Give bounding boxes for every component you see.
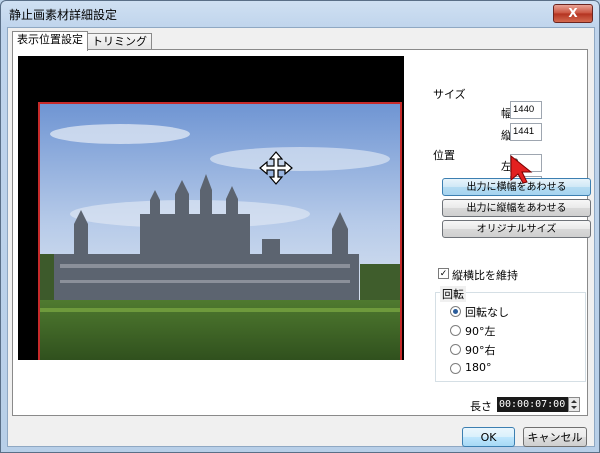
rotation-radio-180[interactable] [450,363,461,374]
position-section-label: 位置 [433,149,455,162]
move-icon [259,151,293,185]
rotation-radio-90-left[interactable] [450,325,461,336]
rotation-radio-none[interactable] [450,306,461,317]
close-button[interactable]: X [553,4,593,23]
rotation-group-label: 回転 [440,286,466,302]
tab-trimming[interactable]: トリミング [87,33,152,50]
rotation-radio-90-right[interactable] [450,344,461,355]
chateau-photo [40,104,400,360]
fit-height-button[interactable]: 出力に縦幅をあわせる [442,199,591,217]
image-frame[interactable] [38,102,402,360]
image-preview[interactable] [18,56,404,360]
spinner-arrows-icon [571,400,577,409]
original-size-button[interactable]: オリジナルサイズ [442,220,591,238]
duration-label: 長さ [470,400,492,413]
width-field[interactable] [510,101,542,119]
rotation-option-label: 回転なし [465,306,509,319]
rotation-option-label: 90°左 [465,325,496,338]
ok-button[interactable]: OK [462,427,515,447]
title-bar[interactable]: 静止画素材詳細設定 X [1,1,599,27]
duration-spinner[interactable] [568,397,580,412]
tab-position-settings[interactable]: 表示位置設定 [12,31,88,51]
rotation-option-label: 90°右 [465,344,496,357]
mouse-cursor-icon [510,154,533,184]
size-section-label: サイズ [433,88,466,101]
keep-aspect-label: 縦横比を維持 [452,269,518,282]
dialog-client: 表示位置設定 トリミング サイズ 幅 1440 縦 1441 位置 左 0 -2… [7,27,595,447]
window-title: 静止画素材詳細設定 [9,8,118,22]
keep-aspect-checkbox[interactable]: ✓ [438,268,449,279]
dialog-window: 静止画素材詳細設定 X 表示位置設定 トリミング サイズ 幅 1440 縦 14… [0,0,600,453]
height-field[interactable] [510,123,542,141]
rotation-option-label: 180° [465,361,492,374]
cancel-button[interactable]: キャンセル [523,427,587,447]
